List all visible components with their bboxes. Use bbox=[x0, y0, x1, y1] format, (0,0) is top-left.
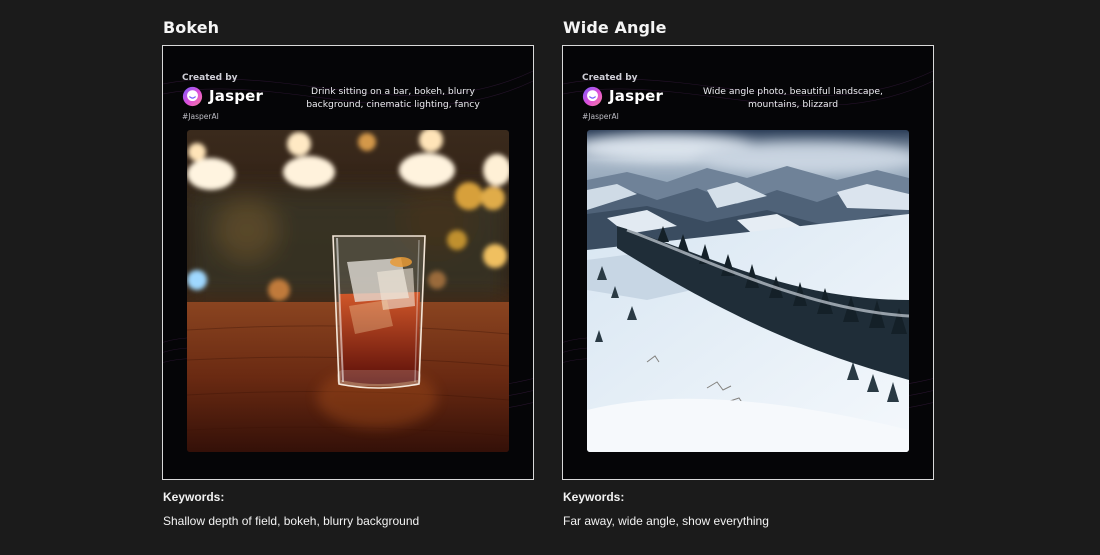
keywords-label: Keywords: bbox=[563, 490, 625, 504]
section-title: Bokeh bbox=[163, 18, 220, 37]
jasper-card: Created by Jasper #JasperAI Drink sittin… bbox=[162, 45, 534, 480]
brand-name: Jasper bbox=[209, 87, 264, 105]
hashtag: #JasperAI bbox=[182, 112, 219, 121]
generated-image-mountains bbox=[587, 130, 909, 452]
keywords-text: Shallow depth of field, bokeh, blurry ba… bbox=[163, 514, 420, 528]
generated-image-cocktail bbox=[187, 130, 509, 452]
prompt-text: Wide angle photo, beautiful landscape, m… bbox=[703, 86, 883, 110]
jasper-logo-icon bbox=[582, 86, 603, 106]
section-title: Wide Angle bbox=[563, 18, 667, 37]
jasper-card: Created by Jasper #JasperAI Wide angle p… bbox=[562, 45, 934, 480]
brand-name: Jasper bbox=[609, 87, 664, 105]
created-by-label: Created by bbox=[582, 73, 638, 83]
jasper-brand: Created by Jasper #JasperAI bbox=[182, 73, 263, 121]
hashtag: #JasperAI bbox=[582, 112, 619, 121]
keywords-label: Keywords: bbox=[163, 490, 225, 504]
prompt-text: Drink sitting on a bar, bokeh, blurry ba… bbox=[306, 86, 480, 110]
created-by-label: Created by bbox=[182, 73, 238, 83]
jasper-brand: Created by Jasper #JasperAI bbox=[582, 73, 663, 121]
keywords-text: Far away, wide angle, show everything bbox=[563, 514, 769, 528]
jasper-logo-icon bbox=[182, 86, 203, 106]
